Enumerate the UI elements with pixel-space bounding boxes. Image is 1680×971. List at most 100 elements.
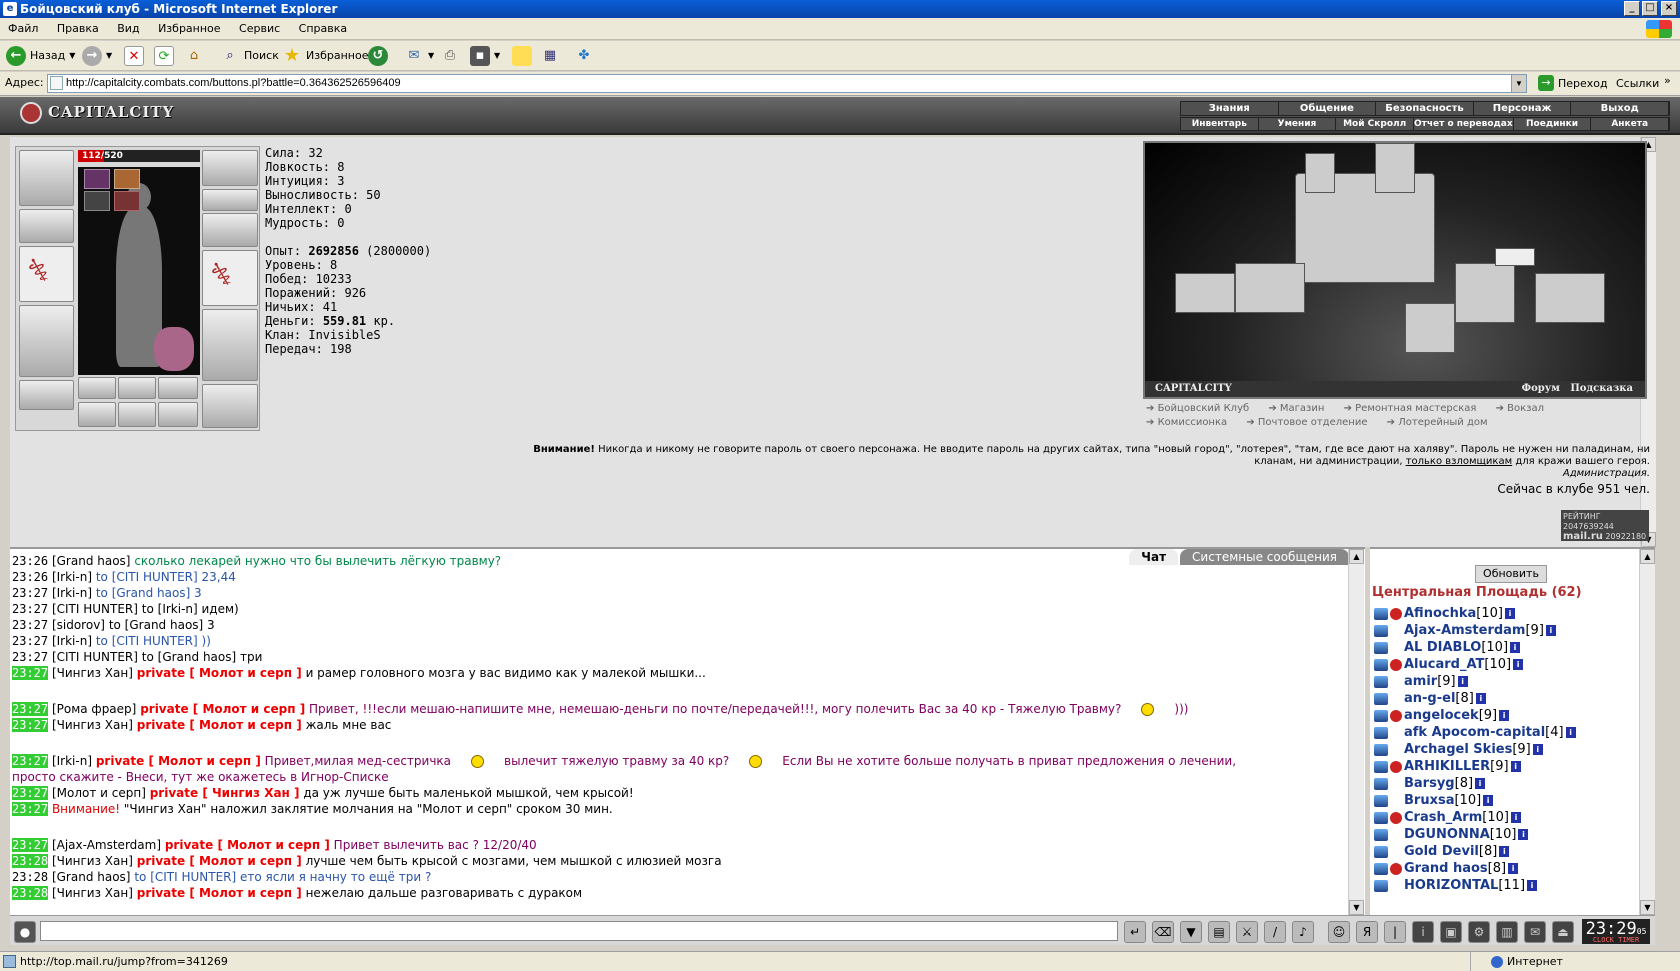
chat-time[interactable]: 23:28 <box>12 886 49 900</box>
pet-icon[interactable] <box>154 327 194 371</box>
user-name[interactable]: Afinochka <box>1404 605 1476 623</box>
nav-character[interactable]: Персонаж <box>1474 102 1572 115</box>
private-message-icon[interactable] <box>1374 743 1388 756</box>
effect-icon-4[interactable] <box>114 191 140 211</box>
private-message-icon[interactable] <box>1374 862 1388 875</box>
edit-icon[interactable]: ▪ <box>470 46 490 66</box>
private-message-icon[interactable] <box>1374 845 1388 858</box>
weapon-right-slot[interactable]: ⚕ <box>202 250 258 306</box>
user-list-item[interactable]: Gold Devil [8] i <box>1374 843 1576 860</box>
chat-input[interactable] <box>40 921 1118 941</box>
boots-slot[interactable] <box>202 384 258 428</box>
chat-nick[interactable]: [Irki-n] <box>52 586 92 600</box>
user-list-item[interactable]: Archagel Skies [9] i <box>1374 741 1576 758</box>
back-button[interactable]: ← Назад ▼ <box>6 45 75 67</box>
user-info-icon[interactable]: i <box>1565 727 1576 738</box>
private-message-icon[interactable] <box>1374 879 1388 892</box>
user-name[interactable]: amir <box>1404 673 1437 691</box>
user-info-icon[interactable]: i <box>1518 829 1529 840</box>
user-info-icon[interactable]: i <box>1457 676 1468 687</box>
private-message-icon[interactable] <box>1374 607 1388 620</box>
armor-slot[interactable] <box>19 305 74 377</box>
link-shop[interactable]: ➔ Магазин <box>1268 403 1332 414</box>
chat-options-icon[interactable]: ● <box>14 921 36 943</box>
user-list-item[interactable]: angelocek [9] i <box>1374 707 1576 724</box>
user-list-item[interactable]: ARHIKILLER [9] i <box>1374 758 1576 775</box>
close-button[interactable]: × <box>1661 1 1677 16</box>
user-info-icon[interactable]: i <box>1475 778 1486 789</box>
address-input[interactable]: http://capitalcity.combats.com/buttons.p… <box>47 74 1527 93</box>
nav-knowledge[interactable]: Знания <box>1181 102 1279 115</box>
chat-nick[interactable]: [Молот и серп] <box>52 786 146 800</box>
mail-icon[interactable]: ✉ <box>404 46 424 66</box>
chat-private[interactable]: private [ Чингиз Хан ] <box>150 786 300 800</box>
chat-time[interactable]: 23:27 <box>12 602 48 616</box>
forward-button[interactable]: → ▼ <box>82 45 112 67</box>
gloves-slot[interactable] <box>202 213 258 247</box>
user-name[interactable]: angelocek <box>1404 707 1479 725</box>
user-info-icon[interactable]: i <box>1499 846 1510 857</box>
chat-time[interactable]: 23:27 <box>12 754 49 768</box>
chat-time[interactable]: 23:27 <box>12 650 48 664</box>
chat-nick[interactable]: [Irki-n] <box>52 570 92 584</box>
users-scroll-up-icon[interactable]: ▲ <box>1640 549 1655 564</box>
chat-nick[interactable]: [Чингиз Хан] <box>52 854 133 868</box>
bracers-slot[interactable] <box>19 209 74 243</box>
go-button[interactable]: → Переход <box>1538 75 1608 91</box>
chat-nick[interactable]: [Grand haos] <box>52 554 131 568</box>
private-message-icon[interactable] <box>1374 794 1388 807</box>
chat-time[interactable]: 23:27 <box>12 838 49 852</box>
chat-time[interactable]: 23:27 <box>12 718 49 732</box>
user-info-icon[interactable]: i <box>1499 710 1510 721</box>
user-name[interactable]: Gold Devil <box>1404 843 1479 861</box>
links-button[interactable]: Ссылки <box>1616 77 1659 90</box>
link-commission[interactable]: ➔ Комиссионка <box>1146 417 1235 428</box>
user-list-item[interactable]: Grand haos [8] i <box>1374 860 1576 877</box>
chat-time[interactable]: 23:27 <box>12 618 48 632</box>
nav-communication[interactable]: Общение <box>1279 102 1377 115</box>
nav-scroll[interactable]: Мой Скролл <box>1336 118 1414 130</box>
warning-link[interactable]: только взломщикам <box>1406 456 1512 467</box>
earrings-slot[interactable] <box>202 150 258 186</box>
refresh-icon[interactable]: ⟳ <box>154 46 174 66</box>
chat-nick[interactable]: [Grand haos] <box>52 870 131 884</box>
user-info-icon[interactable]: i <box>1483 795 1494 806</box>
menu-help[interactable]: Справка <box>299 22 347 35</box>
back-dropdown-icon[interactable]: ▼ <box>69 45 75 67</box>
message-icon[interactable]: ✉ <box>1524 921 1546 943</box>
minimize-button[interactable]: _ <box>1624 1 1640 16</box>
chat-nick[interactable]: [Чингиз Хан] <box>52 666 133 680</box>
user-info-icon[interactable]: i <box>1475 693 1486 704</box>
chat-nick[interactable]: [CITI HUNTER] <box>52 602 138 616</box>
shop-building[interactable] <box>1175 273 1235 313</box>
clear-icon[interactable]: ⌫ <box>1152 921 1174 943</box>
user-list-item[interactable]: Ajax-Amsterdam [9] i <box>1374 622 1576 639</box>
exit-icon[interactable]: ⏏ <box>1552 921 1574 943</box>
nav-security[interactable]: Безопасность <box>1376 102 1474 115</box>
chat-time[interactable]: 23:27 <box>12 634 48 648</box>
scroll-slot-3[interactable] <box>158 402 198 427</box>
chat-nick[interactable]: [CITI HUNTER] <box>52 650 138 664</box>
stop-icon[interactable]: ✕ <box>124 46 144 66</box>
slash-icon[interactable]: / <box>1264 921 1286 943</box>
chat-time[interactable]: 23:27 <box>12 666 49 680</box>
nav-exit[interactable]: Выход <box>1571 102 1669 115</box>
private-message-icon[interactable] <box>1374 658 1388 671</box>
info-icon[interactable]: i <box>1412 921 1434 943</box>
post-office-building[interactable] <box>1455 263 1515 323</box>
smiley-icon[interactable]: ☺ <box>1328 921 1350 943</box>
nav-profile[interactable]: Анкета <box>1591 118 1669 130</box>
history-icon[interactable]: ↺ <box>368 46 388 66</box>
effect-icon-1[interactable] <box>84 169 110 189</box>
user-list-item[interactable]: Alucard_AT [10] i <box>1374 656 1576 673</box>
hint-link[interactable]: Подсказка <box>1570 383 1633 394</box>
menu-view[interactable]: Вид <box>117 22 139 35</box>
user-list-item[interactable]: afk Apocom-capital [4] i <box>1374 724 1576 741</box>
chat-time[interactable]: 23:27 <box>12 786 49 800</box>
chat-nick[interactable]: [Irki-n] <box>52 634 92 648</box>
chat-scrollbar[interactable]: ▲ ▼ <box>1348 549 1364 915</box>
user-info-icon[interactable]: i <box>1508 863 1519 874</box>
user-info-icon[interactable]: i <box>1510 642 1521 653</box>
forum-link[interactable]: Форум <box>1522 383 1560 394</box>
ring-slot-3[interactable] <box>158 377 198 399</box>
